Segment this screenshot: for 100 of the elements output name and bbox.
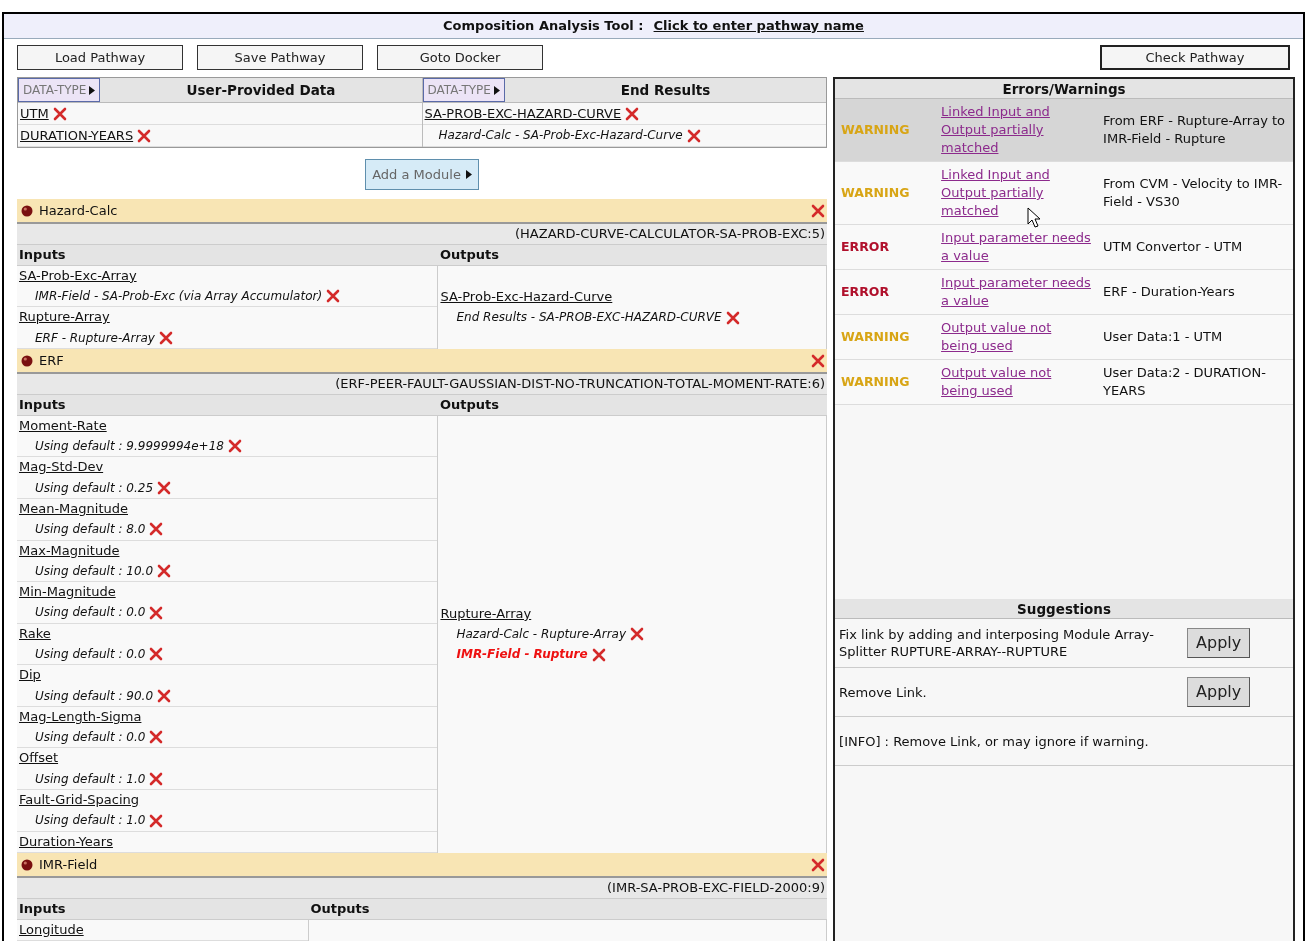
delete-icon[interactable] xyxy=(686,128,701,143)
delete-icon[interactable] xyxy=(811,203,826,218)
module-name: IMR-Field xyxy=(39,855,99,874)
delete-icon[interactable] xyxy=(149,730,164,745)
connection-text: Using default : 9.9999994e+18 xyxy=(35,438,224,455)
delete-icon[interactable] xyxy=(149,771,164,786)
data-item[interactable]: SA-PROB-EXC-HAZARD-CURVE xyxy=(424,103,622,124)
parameter-link[interactable]: Rake xyxy=(19,623,51,644)
add-module-button[interactable]: Add a Module xyxy=(365,159,479,190)
parameter-link[interactable]: Dip xyxy=(19,665,41,686)
caret-icon xyxy=(465,170,472,179)
delete-icon[interactable] xyxy=(630,627,645,642)
panel-heading: End Results xyxy=(619,80,712,100)
delete-icon[interactable] xyxy=(157,688,172,703)
data-item[interactable]: UTM xyxy=(20,103,49,124)
status-dot-icon xyxy=(21,858,33,871)
error-source: User Data:2 - DURATION-YEARS xyxy=(1103,364,1267,400)
check-pathway-button[interactable]: Check Pathway xyxy=(1100,45,1290,70)
delete-icon[interactable] xyxy=(157,480,172,495)
apply-button[interactable]: Apply xyxy=(1187,628,1251,658)
parameter-link[interactable]: Longitude xyxy=(19,919,84,940)
parameter-link[interactable]: Moment-Rate xyxy=(19,415,107,436)
data-type-button[interactable]: DATA-TYPE xyxy=(18,78,101,102)
delete-icon[interactable] xyxy=(811,857,826,872)
parameter-link[interactable]: Mag-Length-Sigma xyxy=(19,706,142,728)
connection-text: Using default : 0.25 xyxy=(35,479,154,497)
delete-icon[interactable] xyxy=(52,106,67,121)
error-row[interactable]: WARNING Linked Input and Output partially matched From ERF - Rupture-Array to IMR-Field - Rupture xyxy=(835,99,1293,162)
error-message-link[interactable]: Output value not being used xyxy=(941,364,1092,400)
parameter-link[interactable]: Max-Magnitude xyxy=(19,540,120,561)
delete-icon[interactable] xyxy=(149,522,164,537)
connection-text: Hazard-Calc - Rupture-Array xyxy=(456,626,627,644)
parameter-link[interactable]: Min-Magnitude xyxy=(19,582,116,603)
parameter-link[interactable]: Fault-Grid-Spacing xyxy=(19,790,140,811)
connection-text: Using default : 0.0 xyxy=(35,604,146,622)
error-source: From CVM - Velocity to IMR-Field - VS30 xyxy=(1103,175,1284,211)
severity-label: WARNING xyxy=(841,327,911,346)
cursor-icon xyxy=(1027,207,1042,228)
parameter-link[interactable]: Mean-Magnitude xyxy=(19,498,128,520)
column-heading: Outputs xyxy=(437,394,827,416)
delete-icon[interactable] xyxy=(591,647,606,662)
parameter-link[interactable]: SA-Prob-Exc-Array xyxy=(19,265,137,287)
apply-button[interactable]: Apply xyxy=(1187,677,1251,707)
error-source: From ERF - Rupture-Array to IMR-Field - Rupture xyxy=(1103,112,1287,148)
parameter-link[interactable]: Rupture-Array xyxy=(19,307,110,328)
caret-icon xyxy=(493,85,500,95)
toolbar-button[interactable]: Save Pathway xyxy=(197,45,363,70)
error-source: ERF - Duration-Years xyxy=(1103,283,1236,301)
severity-label: WARNING xyxy=(841,183,911,202)
toolbar-button[interactable]: Load Pathway xyxy=(17,45,183,70)
delete-icon[interactable] xyxy=(157,563,172,578)
delete-icon[interactable] xyxy=(725,310,740,325)
suggestion-text: [INFO] : Remove Link, or may ignore if warning. xyxy=(839,732,1150,750)
connection-text: Using default : 10.0 xyxy=(35,562,154,580)
parameter-link[interactable]: Duration-Years xyxy=(19,831,113,852)
error-message-link[interactable]: Input parameter needs a value xyxy=(941,274,1092,310)
data-type-button[interactable]: DATA-TYPE xyxy=(422,78,505,102)
delete-icon[interactable] xyxy=(149,813,164,828)
panel-heading: User-Provided Data xyxy=(185,80,337,100)
delete-icon[interactable] xyxy=(149,605,164,620)
severity-label: ERROR xyxy=(841,237,891,256)
section-heading: Suggestions xyxy=(835,599,1293,619)
connection-text: Using default : 0.0 xyxy=(35,646,146,663)
connection-text: End Results - SA-PROB-EXC-HAZARD-CURVE xyxy=(456,309,722,327)
delete-icon[interactable] xyxy=(137,128,152,143)
connection-text: Using default : 1.0 xyxy=(35,812,146,830)
pathway-name-link[interactable]: Click to enter pathway name xyxy=(653,16,864,36)
severity-label: WARNING xyxy=(841,372,911,391)
delete-icon[interactable] xyxy=(326,289,341,304)
delete-icon[interactable] xyxy=(227,439,242,454)
error-message-link[interactable]: Linked Input and Output partially matched xyxy=(941,166,1092,220)
error-message-link[interactable]: Input parameter needs a value xyxy=(941,229,1092,265)
data-item[interactable]: DURATION-YEARS xyxy=(20,125,134,146)
parameter-link[interactable]: Rupture-Array xyxy=(440,603,532,625)
suggestion-text: Fix link by adding and interposing Module Array-Splitter RUPTURE-ARRAY--RUPTURE xyxy=(839,626,1155,660)
module-id: (IMR-SA-PROB-EXC-FIELD-2000:9) xyxy=(17,878,828,899)
column-heading: Inputs xyxy=(17,394,438,416)
connection-text: Using default : 8.0 xyxy=(35,521,146,539)
parameter-link[interactable]: Offset xyxy=(19,748,59,769)
tool-title: Composition Analysis Tool : xyxy=(443,17,644,36)
connection-text: Using default : 1.0 xyxy=(35,770,146,788)
error-message-link[interactable]: Linked Input and Output partially matched xyxy=(941,103,1092,157)
status-dot-icon xyxy=(21,204,33,217)
delete-icon[interactable] xyxy=(158,330,173,345)
error-source: UTM Convertor - UTM xyxy=(1103,238,1244,256)
parameter-link[interactable]: SA-Prob-Exc-Hazard-Curve xyxy=(440,287,613,308)
parameter-link[interactable]: Mag-Std-Dev xyxy=(19,457,104,478)
column-heading: Inputs xyxy=(17,898,309,920)
delete-icon[interactable] xyxy=(625,106,640,121)
error-message-link[interactable]: Output value not being used xyxy=(941,319,1092,355)
delete-icon[interactable] xyxy=(149,647,164,662)
module-name: ERF xyxy=(39,351,65,370)
toolbar-button[interactable]: Goto Docker xyxy=(377,45,543,70)
connection-text: IMR-Field - SA-Prob-Exc (via Array Accumulator) xyxy=(35,288,323,306)
error-source: User Data:1 - UTM xyxy=(1103,328,1224,346)
delete-icon[interactable] xyxy=(811,353,826,368)
severity-label: WARNING xyxy=(841,120,911,139)
module-id: (ERF-PEER-FAULT-GAUSSIAN-DIST-NO-TRUNCATION-TOTAL-MOMENT-RATE:6) xyxy=(17,374,828,395)
column-heading: Outputs xyxy=(308,898,827,920)
connection-text: ERF - Rupture-Array xyxy=(35,329,155,347)
